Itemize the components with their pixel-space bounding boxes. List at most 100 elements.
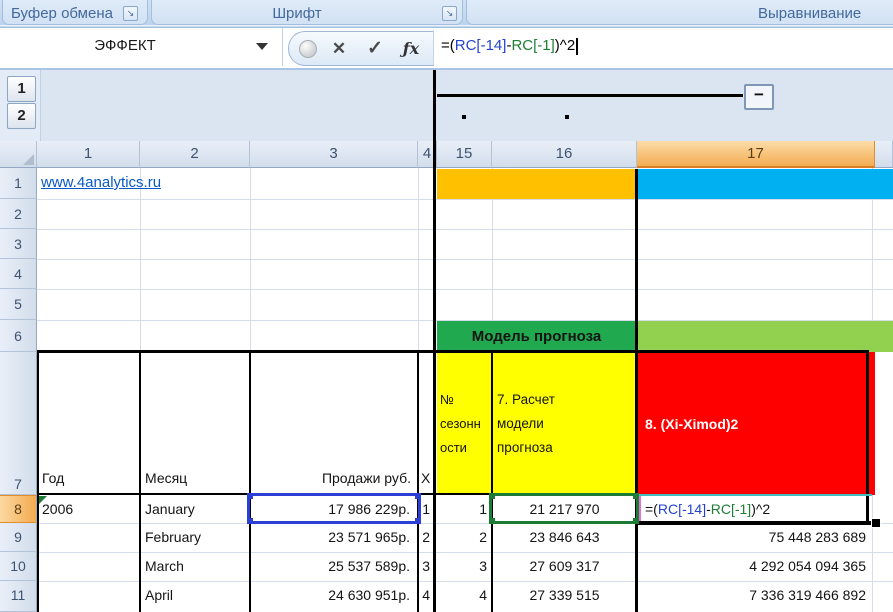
row-header-10[interactable]: 10: [0, 552, 37, 581]
formula-orb-icon: [299, 40, 317, 58]
table-border-vertical: [37, 352, 39, 612]
outline-level-panel: 1 2: [0, 70, 41, 141]
model-title-cell[interactable]: Модель прогноза: [437, 321, 636, 352]
collapse-group-button[interactable]: −: [744, 84, 774, 110]
cell-season[interactable]: 1: [437, 495, 487, 523]
column-header-2[interactable]: 2: [140, 141, 250, 168]
cell-x[interactable]: 4: [404, 581, 430, 610]
cell-sales[interactable]: 23 571 965р.: [252, 523, 410, 552]
cell-month[interactable]: January: [145, 495, 195, 523]
cell-formula-ref2: RC[-1]: [710, 501, 752, 517]
cell-month[interactable]: April: [145, 581, 173, 610]
formula-buttons-group: ✕ ✓ ƒx: [288, 31, 434, 66]
cell-season[interactable]: 3: [437, 552, 487, 581]
ribbon-group-clipboard: Буфер обмена ↘: [2, 0, 148, 25]
cell-model[interactable]: 27 609 317: [492, 552, 637, 581]
outline-pane: 1 2 −: [0, 70, 893, 141]
cell-month[interactable]: March: [145, 552, 184, 581]
row-header-7[interactable]: 7: [0, 352, 37, 495]
clipboard-dialog-launcher-icon[interactable]: ↘: [123, 6, 138, 21]
row-header-5[interactable]: 5: [0, 289, 37, 320]
name-box-value[interactable]: ЭФФЕКТ: [0, 37, 250, 54]
cell-season[interactable]: 2: [437, 523, 487, 552]
formula-bar: ЭФФЕКТ ✕ ✓ ƒx =(RC[-14]-RC[-1])^2: [0, 28, 893, 70]
gridline: [37, 229, 893, 230]
header-sq-cell[interactable]: 8. (Xi-Ximod)2: [645, 352, 865, 495]
row-header-1[interactable]: 1: [0, 168, 37, 199]
excel-window: Буфер обмена ↘ Шрифт ↘ Выравнивание ЭФФЕ…: [0, 0, 893, 612]
hyperlink-cell[interactable]: www.4analytics.ru: [41, 174, 161, 191]
ribbon-group-clipboard-label: Буфер обмена: [11, 5, 113, 22]
formula-input[interactable]: =(RC[-14]-RC[-1])^2: [441, 37, 579, 57]
cell-sales[interactable]: 24 630 951р.: [252, 581, 410, 610]
cell-model[interactable]: 27 339 515: [492, 581, 637, 610]
insert-function-button[interactable]: ƒx: [397, 36, 425, 62]
column-header-partial[interactable]: [875, 141, 893, 168]
header-x-cell[interactable]: X: [421, 470, 430, 486]
column-header-17-selected[interactable]: 17: [637, 141, 875, 168]
name-box[interactable]: ЭФФЕКТ: [0, 28, 283, 66]
ribbon-group-font: Шрифт ↘: [151, 0, 463, 25]
outline-group-bracket: [437, 94, 743, 97]
header-calc-cell[interactable]: 7. Расчет модели прогноза: [497, 352, 592, 495]
text-cursor: [576, 37, 579, 55]
row-header-11[interactable]: 11: [0, 581, 37, 612]
select-all-triangle-icon: [23, 154, 34, 165]
cell-season[interactable]: 4: [437, 581, 487, 610]
cell-fill-lightgreen-row6[interactable]: [637, 321, 893, 352]
row-header-8-selected[interactable]: 8: [0, 495, 37, 523]
header-month-cell[interactable]: Месяц: [145, 470, 187, 486]
table-border-vertical: [139, 352, 141, 612]
font-dialog-launcher-icon[interactable]: ↘: [442, 6, 457, 21]
row-header-4[interactable]: 4: [0, 259, 37, 289]
cell-fill-blue-row1[interactable]: [637, 169, 893, 199]
reference-range-blue[interactable]: [247, 493, 421, 524]
cell-sales[interactable]: 25 537 589р.: [252, 552, 410, 581]
cell-model[interactable]: 23 846 643: [492, 523, 637, 552]
cell-fill-orange-row1[interactable]: [437, 169, 637, 199]
formula-ref1: RC[-14]: [454, 37, 507, 54]
ribbon-group-alignment: Выравнивание: [466, 0, 893, 25]
formula-ref2: RC[-1]: [511, 37, 555, 54]
column-header-15[interactable]: 15: [437, 141, 492, 168]
enter-button[interactable]: ✓: [361, 36, 389, 62]
header-year-cell[interactable]: Год: [42, 470, 64, 486]
column-header-16[interactable]: 16: [492, 141, 637, 168]
formula-bar-separator: [433, 30, 434, 65]
outline-level-1-button[interactable]: 1: [7, 76, 36, 102]
ribbon-strip: Буфер обмена ↘ Шрифт ↘ Выравнивание: [0, 0, 893, 25]
row-header-3[interactable]: 3: [0, 229, 37, 259]
outline-dot-icon: [462, 115, 466, 119]
cell-sq[interactable]: 7 336 319 466 892: [640, 581, 866, 610]
cell-formula-seg: )^2: [751, 501, 771, 517]
select-all-corner[interactable]: [0, 141, 37, 168]
name-box-dropdown-icon[interactable]: [256, 43, 268, 50]
column-header-1[interactable]: 1: [37, 141, 140, 168]
ribbon-group-font-label: Шрифт: [272, 5, 322, 22]
cell-month[interactable]: February: [145, 523, 201, 552]
row-header-9[interactable]: 9: [0, 523, 37, 552]
column-header-3[interactable]: 3: [250, 141, 418, 168]
cell-year-2006[interactable]: 2006: [42, 495, 73, 523]
cell-formula-editing[interactable]: =(RC[-14]-RC[-1])^2: [645, 495, 770, 523]
cell-sq[interactable]: 75 448 283 689: [640, 523, 866, 552]
formula-seg-close: )^2: [554, 37, 576, 54]
formula-seg-open: =(: [441, 37, 455, 54]
header-season-cell[interactable]: № сезонности: [440, 352, 486, 495]
cell-x[interactable]: 3: [404, 552, 430, 581]
header-sales-cell[interactable]: Продажи руб.: [250, 470, 411, 486]
outline-dot-icon: [565, 115, 569, 119]
cancel-button[interactable]: ✕: [325, 36, 353, 62]
cell-formula-seg: =(: [645, 501, 658, 517]
cell-x[interactable]: 2: [404, 523, 430, 552]
row-header-6[interactable]: 6: [0, 320, 37, 352]
row-header-2[interactable]: 2: [0, 199, 37, 229]
ribbon-group-alignment-label: Выравнивание: [758, 5, 862, 22]
outline-level-2-button[interactable]: 2: [7, 103, 36, 129]
fill-handle[interactable]: [871, 518, 881, 528]
cell-sq[interactable]: 4 292 054 094 365: [640, 552, 866, 581]
gridline: [37, 199, 893, 200]
reference-range-green[interactable]: [489, 493, 639, 524]
group-boundary-line: [433, 70, 436, 612]
gridline: [37, 289, 893, 290]
